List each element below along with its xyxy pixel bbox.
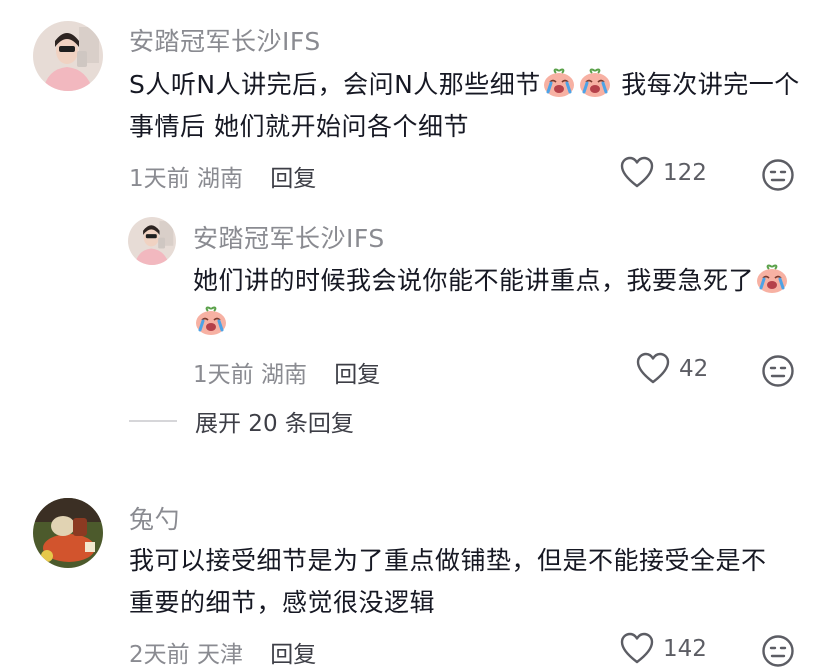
reply-button[interactable]: 回复 xyxy=(334,362,380,388)
avatar[interactable] xyxy=(128,217,176,265)
comment-text-part: S人听N人讲完后，会问N人那些细节 xyxy=(129,70,541,99)
comment-meta: 2天前 天津 回复 xyxy=(129,635,316,669)
reply-text: 她们讲的时候我会说你能不能讲重点，我要急死了 xyxy=(193,260,803,344)
crying-face-emoji xyxy=(542,67,576,99)
reply-meta: 1天前 湖南 回复 xyxy=(193,355,380,389)
neutral-face-icon[interactable] xyxy=(761,634,795,668)
comment-username[interactable]: 兔勺 xyxy=(129,500,180,536)
expand-replies-button[interactable]: 展开 20 条回复 xyxy=(129,404,354,438)
like-button[interactable]: 42 xyxy=(635,352,708,386)
divider-line xyxy=(129,420,177,422)
heart-outline-icon xyxy=(619,156,655,190)
like-count: 122 xyxy=(663,160,707,186)
heart-outline-icon xyxy=(619,632,655,666)
like-button[interactable]: 142 xyxy=(619,632,707,666)
reply-time: 1天前 xyxy=(193,362,254,388)
expand-replies-label: 展开 20 条回复 xyxy=(195,411,354,437)
reply-text-part: 她们讲的时候我会说你能不能讲重点，我要急死了 xyxy=(193,266,755,295)
reply-username[interactable]: 安踏冠军长沙IFS xyxy=(193,219,385,255)
comment-text: S人听N人讲完后，会问N人那些细节 我每次讲完一个事情后 她们就开始问各个细节 xyxy=(129,64,804,148)
heart-outline-icon xyxy=(635,352,671,386)
neutral-face-icon[interactable] xyxy=(761,158,795,192)
crying-face-emoji xyxy=(194,305,228,337)
avatar[interactable] xyxy=(33,498,103,568)
comment-time: 1天前 xyxy=(129,166,190,192)
crying-face-emoji xyxy=(578,67,612,99)
comment-meta: 1天前 湖南 回复 xyxy=(129,159,316,193)
crying-face-emoji xyxy=(755,263,789,295)
like-count: 142 xyxy=(663,636,707,662)
comment-location: 天津 xyxy=(196,642,243,668)
reply-button[interactable]: 回复 xyxy=(270,642,316,668)
like-count: 42 xyxy=(679,356,709,382)
comment-time: 2天前 xyxy=(129,642,190,668)
comment-text: 我可以接受细节是为了重点做铺垫，但是不能接受全是不重要的细节，感觉很没逻辑 xyxy=(129,546,767,617)
comment-username[interactable]: 安踏冠军长沙IFS xyxy=(129,22,321,58)
like-button[interactable]: 122 xyxy=(619,156,707,190)
reply-location: 湖南 xyxy=(260,362,307,388)
reply-button[interactable]: 回复 xyxy=(270,166,316,192)
comment-location: 湖南 xyxy=(196,166,243,192)
neutral-face-icon[interactable] xyxy=(761,354,795,388)
avatar[interactable] xyxy=(33,21,103,91)
